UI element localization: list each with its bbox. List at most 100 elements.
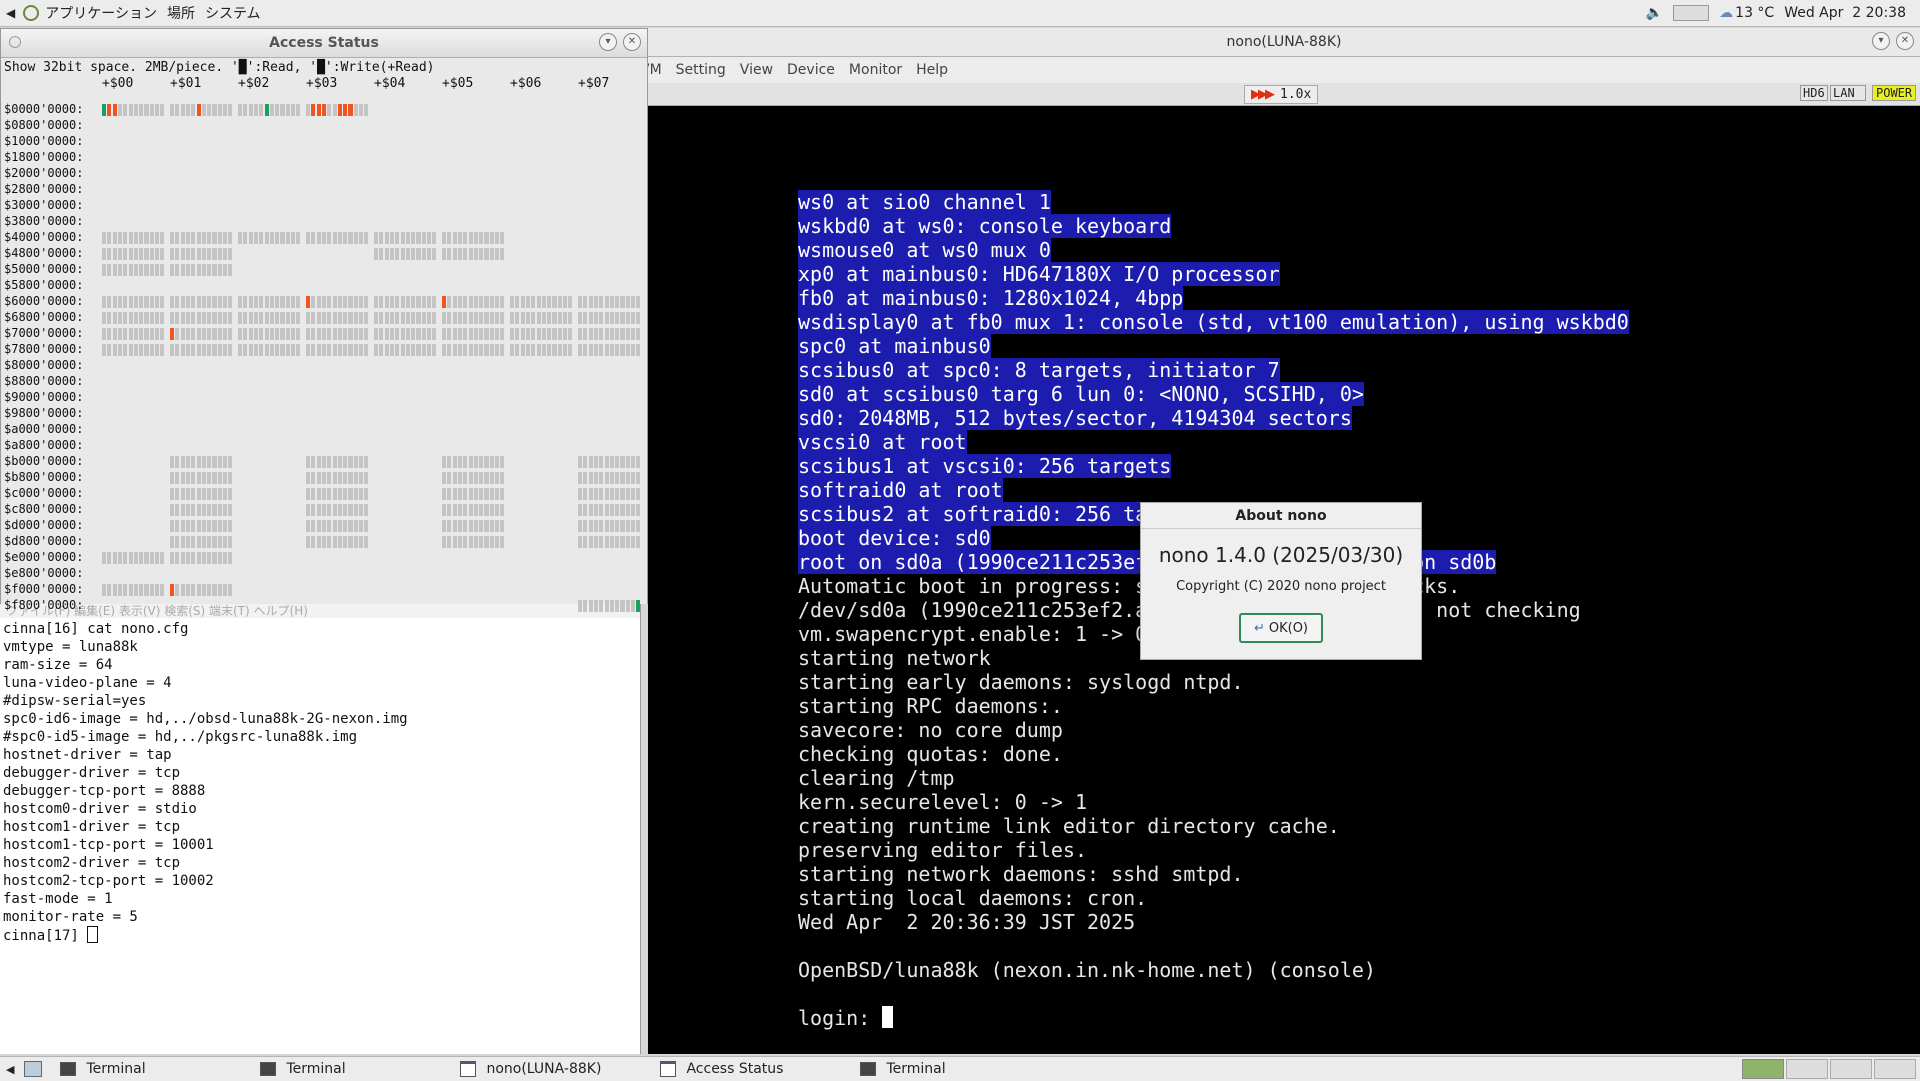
menu-setting[interactable]: Setting [676, 62, 726, 78]
access-row-label: $1800'0000: [4, 150, 84, 164]
task-terminal-1[interactable]: Terminal [50, 1061, 250, 1077]
access-piece [631, 600, 636, 612]
access-piece [160, 584, 165, 596]
system-menu[interactable]: システム [205, 3, 261, 23]
ok-icon: ↵ [1253, 620, 1265, 636]
access-piece [217, 584, 222, 596]
console-line-text: preserving editor files. [798, 838, 1087, 862]
panel-left-arrow-icon[interactable]: ◀ [6, 6, 15, 20]
nono-minimize-icon[interactable]: ▾ [1872, 32, 1890, 50]
access-piece [337, 312, 342, 324]
access-piece [452, 312, 457, 324]
access-piece [625, 456, 630, 468]
console-line: scsibus1 at vscsi0: 256 targets [798, 454, 1172, 478]
access-piece [311, 104, 316, 116]
terminal-window[interactable]: ファイル(F) 編集(E) 表示(V) 検索(S) 端末(T) ヘルプ(H) c… [0, 602, 641, 1054]
volume-icon[interactable]: 🔈 [1646, 5, 1663, 21]
access-piece [389, 296, 395, 308]
access-piece [395, 296, 400, 308]
taskbar-left-arrow-icon[interactable]: ◀ [6, 1063, 14, 1076]
access-piece [149, 232, 154, 244]
access-piece [207, 264, 212, 276]
access-window-menu-icon[interactable] [9, 36, 21, 48]
access-close-icon[interactable]: ✕ [623, 33, 641, 51]
access-row-label: $0800'0000: [4, 118, 84, 132]
workspace-2[interactable] [1786, 1059, 1828, 1079]
access-piece [223, 232, 228, 244]
access-piece [636, 600, 641, 612]
access-piece [112, 232, 117, 244]
access-piece [636, 520, 641, 532]
task-terminal-3[interactable]: Terminal [850, 1061, 1050, 1077]
access-piece [427, 248, 432, 260]
access-piece [615, 456, 620, 468]
access-piece [442, 296, 447, 308]
access-piece [457, 536, 463, 548]
terminal-line: hostnet-driver = tap [3, 747, 172, 763]
menu-monitor[interactable]: Monitor [849, 62, 902, 78]
console-line: boot device: sd0 [798, 526, 991, 550]
access-piece [248, 296, 253, 308]
access-piece [248, 328, 253, 340]
access-piece [191, 456, 196, 468]
access-minimize-icon[interactable]: ▾ [599, 33, 617, 51]
show-desktop-icon[interactable] [24, 1061, 43, 1077]
access-piece [583, 504, 588, 516]
clock[interactable]: Wed Apr 2 20:38 [1784, 5, 1906, 21]
task-terminal-2[interactable]: Terminal [250, 1061, 450, 1077]
access-piece [223, 536, 228, 548]
access-piece [353, 488, 358, 500]
nono-close-icon[interactable]: ✕ [1896, 32, 1914, 50]
places-menu[interactable]: 場所 [167, 3, 195, 23]
workspace-switcher[interactable] [1742, 1059, 1916, 1079]
workspace-3[interactable] [1830, 1059, 1872, 1079]
weather-temp[interactable]: 13 °C [1735, 5, 1774, 21]
access-piece [442, 328, 447, 340]
access-piece [379, 312, 384, 324]
about-ok-button[interactable]: ↵ OK(O) [1239, 613, 1323, 643]
access-piece [275, 232, 280, 244]
access-piece [223, 248, 228, 260]
workspace-4[interactable] [1874, 1059, 1916, 1079]
access-piece [191, 344, 196, 356]
access-piece [175, 248, 180, 260]
access-piece [117, 104, 123, 116]
access-piece [185, 312, 191, 324]
access-piece [238, 328, 243, 340]
task-access-status[interactable]: Access Status [650, 1061, 850, 1077]
access-piece [207, 232, 212, 244]
console-line-text: OpenBSD/luna88k (nexon.in.nk-home.net) (… [798, 958, 1376, 982]
menu-help[interactable]: Help [916, 62, 948, 78]
access-piece [484, 296, 489, 308]
access-piece [536, 344, 541, 356]
access-piece [332, 520, 337, 532]
access-piece [311, 488, 316, 500]
workspace-1[interactable] [1742, 1059, 1784, 1079]
access-piece [578, 456, 583, 468]
speed-indicator[interactable]: ▶▶▶ 1.0x [1244, 85, 1319, 104]
access-piece [468, 232, 473, 244]
task-nono[interactable]: nono(LUNA-88K) [450, 1061, 650, 1077]
menu-device[interactable]: Device [787, 62, 835, 78]
applications-menu[interactable]: アプリケーション [45, 3, 157, 23]
access-piece [306, 312, 311, 324]
access-piece [536, 312, 541, 324]
access-piece [321, 104, 327, 116]
nono-titlebar[interactable]: nono(LUNA-88K) ▾ ✕ [648, 28, 1920, 57]
access-piece [207, 248, 212, 260]
access-piece [332, 232, 337, 244]
keyboard-icon[interactable] [1673, 5, 1710, 21]
menu-view[interactable]: View [740, 62, 773, 78]
nono-statusbar: ▶▶▶ 1.0x HD6 LAN POWER [648, 83, 1920, 106]
access-piece [316, 456, 321, 468]
access-piece [620, 312, 625, 324]
access-piece [457, 504, 463, 516]
access-titlebar[interactable]: Access Status ▾ ✕ [1, 29, 647, 58]
access-piece [228, 456, 233, 468]
access-piece [593, 472, 599, 484]
access-piece [620, 488, 625, 500]
access-piece [212, 520, 217, 532]
access-piece [107, 264, 112, 276]
access-piece [170, 312, 175, 324]
terminal-line: debugger-driver = tcp [3, 765, 181, 781]
